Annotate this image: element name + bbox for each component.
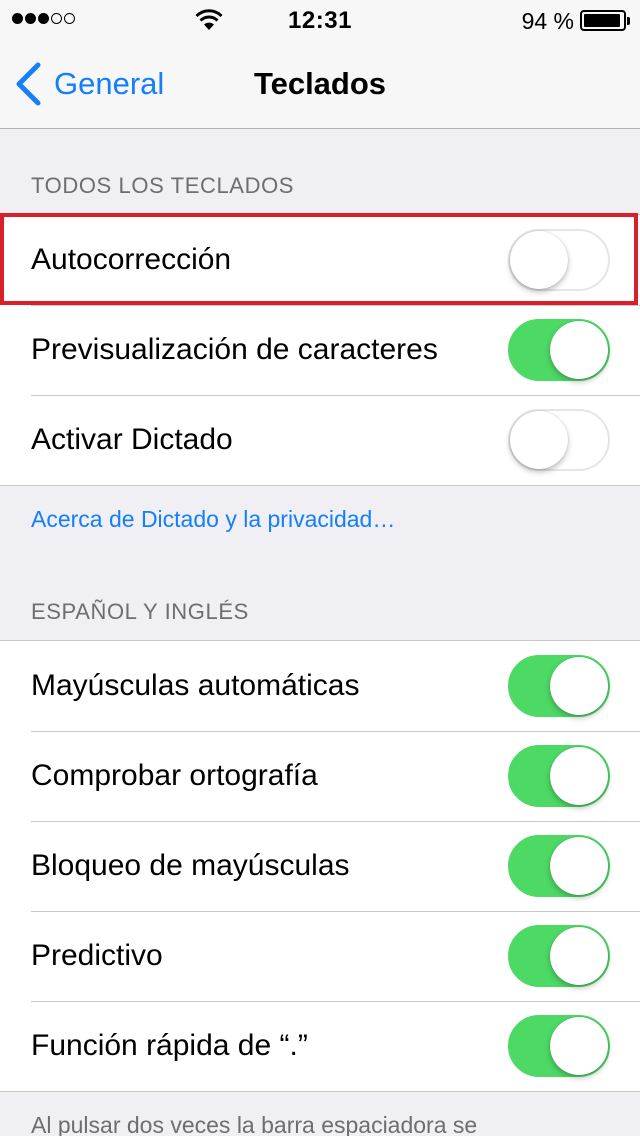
footer-note: Al pulsar dos veces la barra espaciadora… bbox=[31, 1112, 478, 1136]
setting-label: Comprobar ortografía bbox=[31, 759, 318, 792]
setting-row-predictive[interactable]: Predictivo bbox=[0, 911, 640, 1001]
setting-row-character-preview[interactable]: Previsualización de caracteres bbox=[0, 305, 640, 395]
navigation-bar: General Teclados bbox=[0, 40, 640, 129]
setting-label: Mayúsculas automáticas bbox=[31, 669, 360, 702]
period-shortcut-toggle[interactable] bbox=[508, 1015, 610, 1077]
caps-lock-toggle[interactable] bbox=[508, 835, 610, 897]
dictation-privacy-link[interactable]: Acerca de Dictado y la privacidad… bbox=[31, 506, 395, 533]
autocorrection-toggle[interactable] bbox=[508, 229, 610, 291]
settings-group-all-keyboards: Autocorrección Previsualización de carac… bbox=[0, 214, 640, 486]
battery-percent: 94 % bbox=[521, 8, 574, 34]
setting-label: Función rápida de “.” bbox=[31, 1029, 308, 1062]
setting-row-caps-lock[interactable]: Bloqueo de mayúsculas bbox=[0, 821, 640, 911]
setting-row-period-shortcut[interactable]: Función rápida de “.” bbox=[0, 1001, 640, 1091]
setting-label: Activar Dictado bbox=[31, 423, 233, 456]
setting-row-autocorrection[interactable]: Autocorrección bbox=[0, 215, 640, 305]
setting-row-check-spelling[interactable]: Comprobar ortografía bbox=[0, 731, 640, 821]
setting-row-auto-capitalization[interactable]: Mayúsculas automáticas bbox=[0, 641, 640, 731]
battery-icon bbox=[580, 10, 630, 31]
settings-group-spanish-english: Mayúsculas automáticas Comprobar ortogra… bbox=[0, 640, 640, 1092]
setting-label: Bloqueo de mayúsculas bbox=[31, 849, 350, 882]
setting-label: Previsualización de caracteres bbox=[31, 333, 438, 366]
dictation-toggle[interactable] bbox=[508, 409, 610, 471]
section-header-all-keyboards: TODOS LOS TECLADOS bbox=[31, 173, 295, 198]
character-preview-toggle[interactable] bbox=[508, 319, 610, 381]
status-bar: 12:31 94 % bbox=[0, 0, 640, 40]
predictive-toggle[interactable] bbox=[508, 925, 610, 987]
setting-label: Autocorrección bbox=[31, 243, 232, 276]
check-spelling-toggle[interactable] bbox=[508, 745, 610, 807]
setting-row-dictation[interactable]: Activar Dictado bbox=[0, 395, 640, 485]
page-title: Teclados bbox=[253, 66, 387, 101]
auto-capitalization-toggle[interactable] bbox=[508, 655, 610, 717]
setting-label: Predictivo bbox=[31, 939, 163, 972]
section-header-spanish-english: ESPAÑOL Y INGLÉS bbox=[31, 599, 249, 624]
